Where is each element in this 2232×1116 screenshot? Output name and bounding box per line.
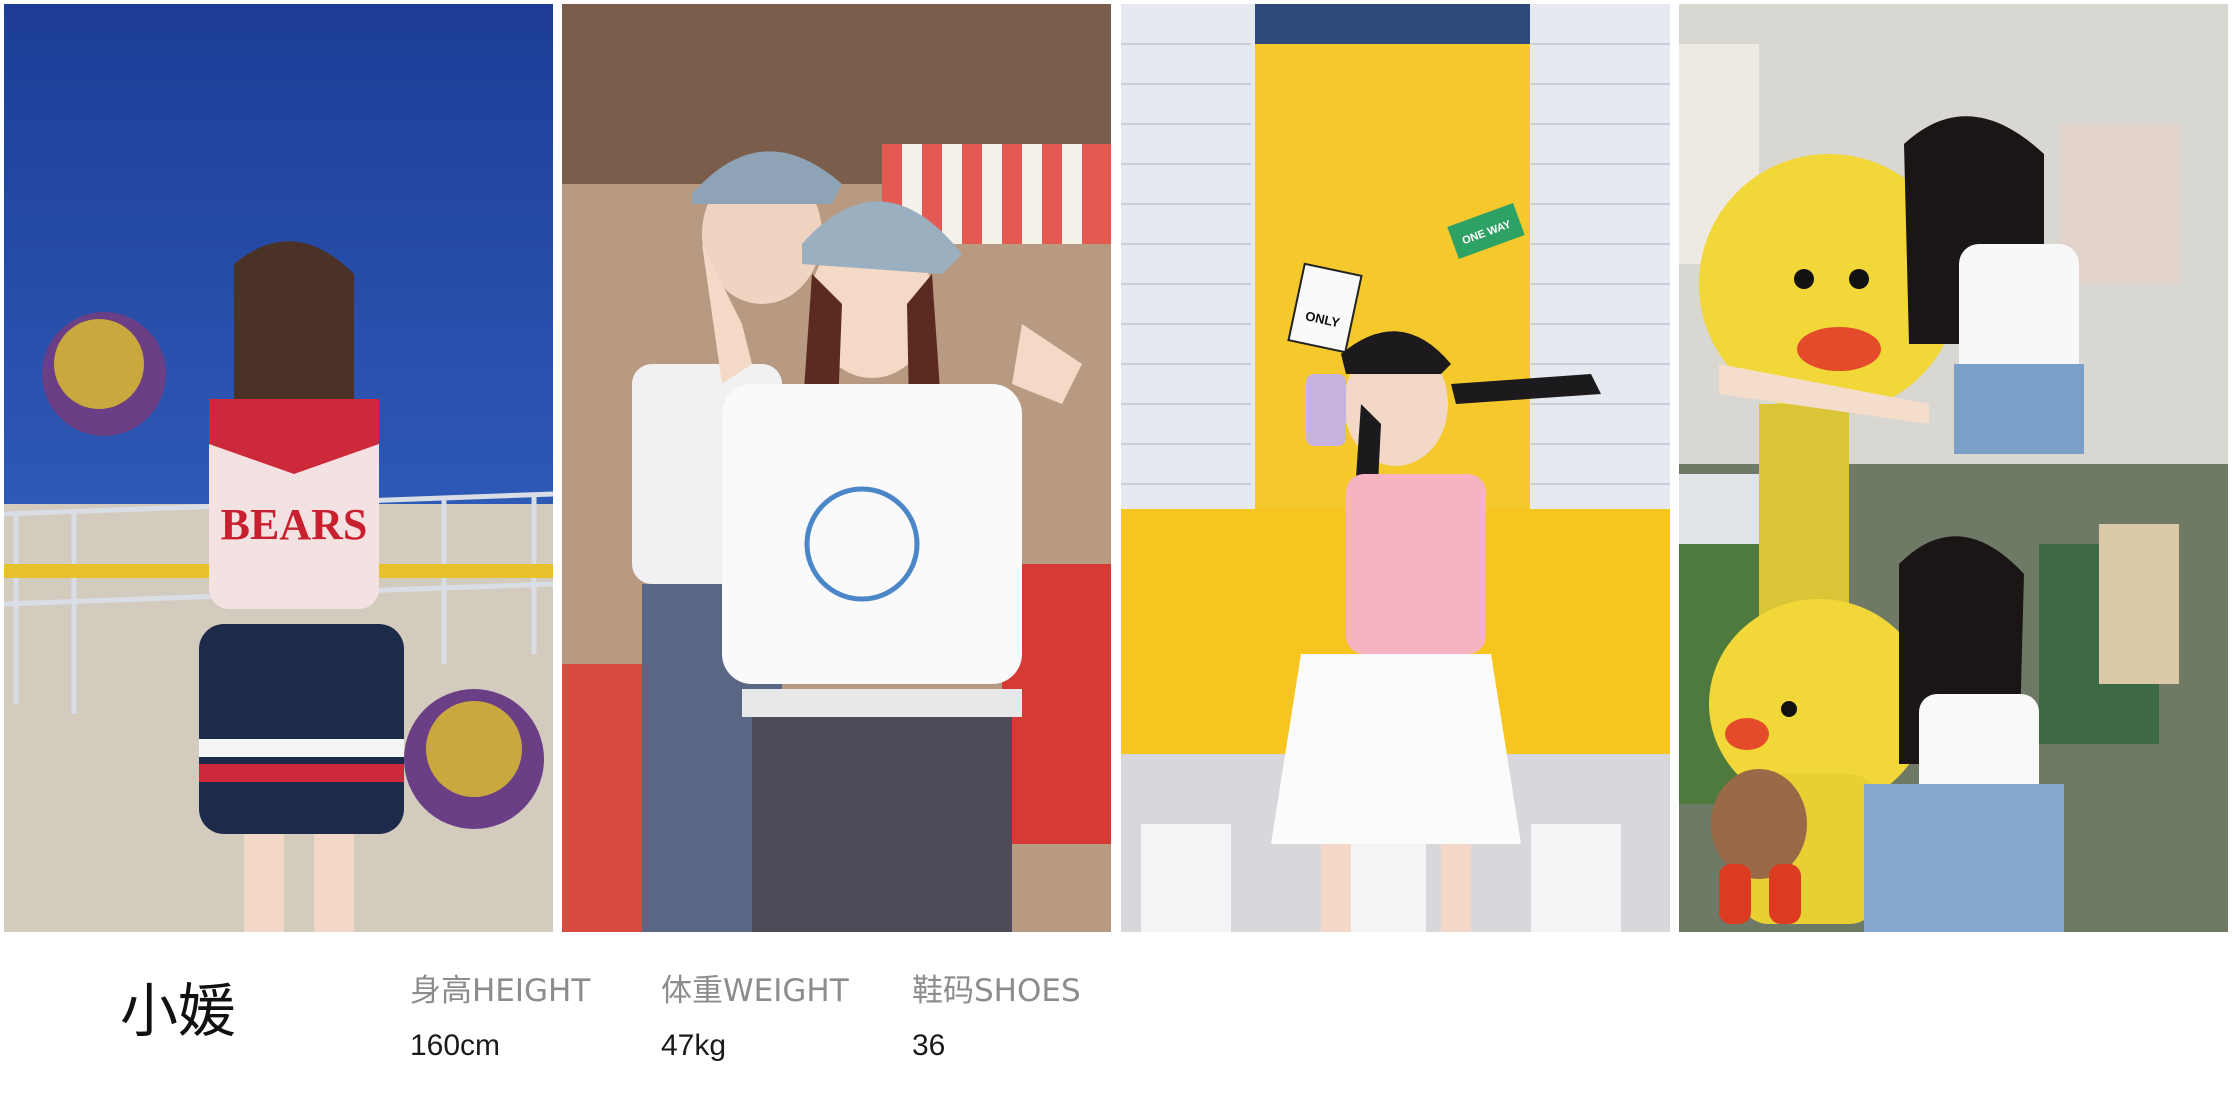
height-label: 身高HEIGHT: [410, 973, 591, 1009]
shoes-label: 鞋码SHOES: [912, 973, 1081, 1009]
cheerleader-image: BEARS: [4, 4, 553, 932]
weight-stat: 体重WEIGHT 47kg: [661, 976, 849, 1061]
weight-label: 体重WEIGHT: [661, 973, 849, 1009]
shoes-stat: 鞋码SHOES 36: [912, 976, 1081, 1061]
yellow-wall-photo: ONLY ONE WAY: [1121, 4, 1670, 932]
shirt-lettering: BEARS: [221, 500, 368, 549]
street-dance-image: [562, 4, 1111, 932]
height-value: 160cm: [410, 1029, 501, 1062]
duck-statue-image: [1679, 4, 2228, 932]
street-dance-photo: [562, 4, 1111, 932]
weight-value: 47kg: [661, 1029, 727, 1062]
yellow-wall-image: ONLY ONE WAY: [1121, 4, 1670, 932]
cheerleader-photo: BEARS: [4, 4, 553, 932]
duck-statue-photo: [1679, 4, 2228, 932]
height-stat: 身高HEIGHT 160cm: [410, 976, 590, 1061]
shoes-value: 36: [912, 1029, 946, 1062]
model-name: 小媛: [120, 977, 237, 1045]
